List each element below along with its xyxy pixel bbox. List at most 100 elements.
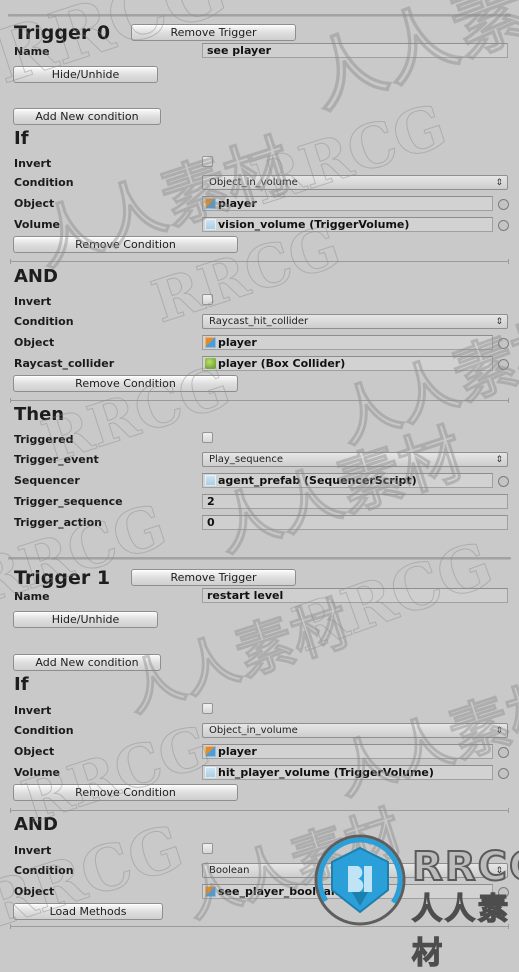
trigger-0-and-condition-label: Condition — [14, 315, 74, 328]
prefab-icon — [205, 746, 216, 757]
trigger-0-and-object-value: player — [218, 336, 257, 349]
chevron-updown-icon: ⇕ — [495, 317, 503, 327]
trigger-0-then-sequencer-value: agent_prefab (SequencerScript) — [218, 474, 417, 487]
prefab-icon — [205, 198, 216, 209]
trigger-0-remove-trigger-button[interactable]: Remove Trigger — [131, 24, 296, 41]
script-icon — [205, 767, 216, 778]
trigger-0-then-action-label: Trigger_action — [14, 516, 102, 529]
trigger-1-and-invert-checkbox[interactable] — [202, 843, 213, 854]
trigger-0-name-input[interactable]: see player — [202, 43, 508, 58]
trigger-0-and-object-label: Object — [14, 336, 55, 349]
trigger-1-if-object-value: player — [218, 745, 257, 758]
trigger-1-and-invert-label: Invert — [14, 844, 52, 857]
trigger-0-if-heading: If — [14, 128, 29, 149]
trigger-0-if-remove-condition-button[interactable]: Remove Condition — [13, 236, 238, 253]
trigger-0-then-sequencer-picker[interactable] — [498, 476, 509, 487]
trigger-0-and-remove-condition-button[interactable]: Remove Condition — [13, 375, 238, 392]
trigger-0-and-raycast-collider-picker[interactable] — [498, 359, 509, 370]
trigger-1-if-object-picker[interactable] — [498, 747, 509, 758]
prefab-icon — [205, 337, 216, 348]
trigger-0-if-object-value: player — [218, 197, 257, 210]
trigger-0-and-object-field[interactable]: player — [202, 335, 493, 350]
panel-bottom-separator — [10, 924, 509, 929]
rrcg-logo-icon — [314, 834, 406, 926]
trigger-0-and-separator — [10, 259, 509, 264]
trigger-1-title: Trigger 1 — [14, 567, 111, 589]
trigger-1-if-heading: If — [14, 674, 29, 695]
trigger-0-and-object-picker[interactable] — [498, 338, 509, 349]
trigger-0-if-invert-checkbox[interactable] — [202, 156, 213, 167]
trigger-0-if-object-picker[interactable] — [498, 199, 509, 210]
trigger-1-name-input[interactable]: restart level — [202, 588, 508, 603]
trigger-1-name-label: Name — [14, 590, 50, 603]
trigger-0-then-event-dropdown[interactable]: Play_sequence ⇕ — [202, 452, 508, 467]
trigger-0-if-volume-value: vision_volume (TriggerVolume) — [218, 218, 410, 231]
script-icon — [205, 475, 216, 486]
trigger-0-and-condition-dropdown[interactable]: Raycast_hit_collider ⇕ — [202, 314, 508, 329]
prefab-icon — [205, 886, 216, 897]
trigger-0-and-raycast-collider-label: Raycast_collider — [14, 357, 115, 370]
unity-inspector-panel: RRCG 人人素材 RRCG 人人素材 RRCG 人人素材 RRCG 人人素材 … — [0, 0, 519, 972]
trigger-0-if-invert-label: Invert — [14, 157, 52, 170]
trigger-0-then-heading: Then — [14, 404, 65, 425]
trigger-1-hide-unhide-button[interactable]: Hide/Unhide — [13, 611, 158, 628]
trigger-0-if-volume-field[interactable]: vision_volume (TriggerVolume) — [202, 217, 493, 232]
trigger-1-if-remove-condition-button[interactable]: Remove Condition — [13, 784, 238, 801]
trigger-0-then-action-input[interactable]: 0 — [202, 515, 508, 530]
trigger-1-and-object-label: Object — [14, 885, 55, 898]
trigger-1-if-object-field[interactable]: player — [202, 744, 493, 759]
chevron-updown-icon: ⇕ — [495, 726, 503, 736]
trigger-0-hide-unhide-button[interactable]: Hide/Unhide — [13, 66, 158, 83]
trigger-0-if-volume-picker[interactable] — [498, 220, 509, 231]
chevron-updown-icon: ⇕ — [495, 455, 503, 465]
panel-top-separator — [8, 14, 511, 17]
trigger-1-and-object-value: see_player_boolean — [218, 885, 339, 898]
chevron-updown-icon: ⇕ — [495, 866, 503, 876]
trigger-0-and-invert-label: Invert — [14, 295, 52, 308]
chevron-updown-icon: ⇕ — [495, 178, 503, 188]
box-collider-icon — [205, 358, 216, 369]
trigger-1-and-object-field[interactable]: see_player_boolean — [202, 884, 493, 899]
trigger-1-if-volume-label: Volume — [14, 766, 60, 779]
trigger-0-and-raycast-collider-field[interactable]: player (Box Collider) — [202, 356, 493, 371]
trigger-0-and-raycast-collider-value: player (Box Collider) — [218, 357, 346, 370]
trigger-1-and-heading: AND — [14, 814, 58, 835]
trigger-0-and-invert-checkbox[interactable] — [202, 294, 213, 305]
trigger-0-then-sequencer-label: Sequencer — [14, 474, 80, 487]
trigger-1-remove-trigger-button[interactable]: Remove Trigger — [131, 569, 296, 586]
trigger-0-if-condition-value: Object_in_volume — [209, 177, 298, 188]
trigger-0-if-object-label: Object — [14, 197, 55, 210]
trigger-1-if-condition-dropdown[interactable]: Object_in_volume ⇕ — [202, 723, 508, 738]
trigger-1-and-object-picker[interactable] — [498, 887, 509, 898]
trigger-1-and-condition-value: Boolean — [209, 865, 250, 876]
trigger-1-and-condition-dropdown[interactable]: Boolean ⇕ — [202, 863, 508, 878]
trigger-0-title: Trigger 0 — [14, 22, 111, 44]
trigger-1-add-new-condition-button[interactable]: Add New condition — [13, 654, 161, 671]
trigger-1-if-object-label: Object — [14, 745, 55, 758]
trigger-0-then-sequence-input[interactable]: 2 — [202, 494, 508, 509]
trigger-1-top-separator — [8, 557, 511, 560]
trigger-1-if-condition-value: Object_in_volume — [209, 725, 298, 736]
trigger-0-and-heading: AND — [14, 266, 58, 287]
trigger-0-then-sequencer-field[interactable]: agent_prefab (SequencerScript) — [202, 473, 493, 488]
trigger-0-if-object-field[interactable]: player — [202, 196, 493, 211]
trigger-0-then-triggered-checkbox[interactable] — [202, 432, 213, 443]
trigger-0-if-condition-dropdown[interactable]: Object_in_volume ⇕ — [202, 175, 508, 190]
trigger-1-if-volume-field[interactable]: hit_player_volume (TriggerVolume) — [202, 765, 493, 780]
trigger-0-add-new-condition-button[interactable]: Add New condition — [13, 108, 161, 125]
trigger-1-if-invert-label: Invert — [14, 704, 52, 717]
trigger-0-if-condition-label: Condition — [14, 176, 74, 189]
trigger-0-then-triggered-label: Triggered — [14, 433, 74, 446]
rrcg-logo-watermark: RRCG 人人素材 — [308, 832, 519, 972]
trigger-1-if-volume-picker[interactable] — [498, 768, 509, 779]
trigger-1-if-volume-value: hit_player_volume (TriggerVolume) — [218, 766, 434, 779]
trigger-0-name-label: Name — [14, 45, 50, 58]
trigger-1-and-load-methods-button[interactable]: Load Methods — [13, 903, 163, 920]
trigger-0-if-volume-label: Volume — [14, 218, 60, 231]
trigger-1-and-separator — [10, 808, 509, 813]
script-icon — [205, 219, 216, 230]
trigger-1-if-invert-checkbox[interactable] — [202, 703, 213, 714]
trigger-0-and-condition-value: Raycast_hit_collider — [209, 316, 309, 327]
trigger-0-then-event-label: Trigger_event — [14, 453, 99, 466]
trigger-1-and-condition-label: Condition — [14, 864, 74, 877]
